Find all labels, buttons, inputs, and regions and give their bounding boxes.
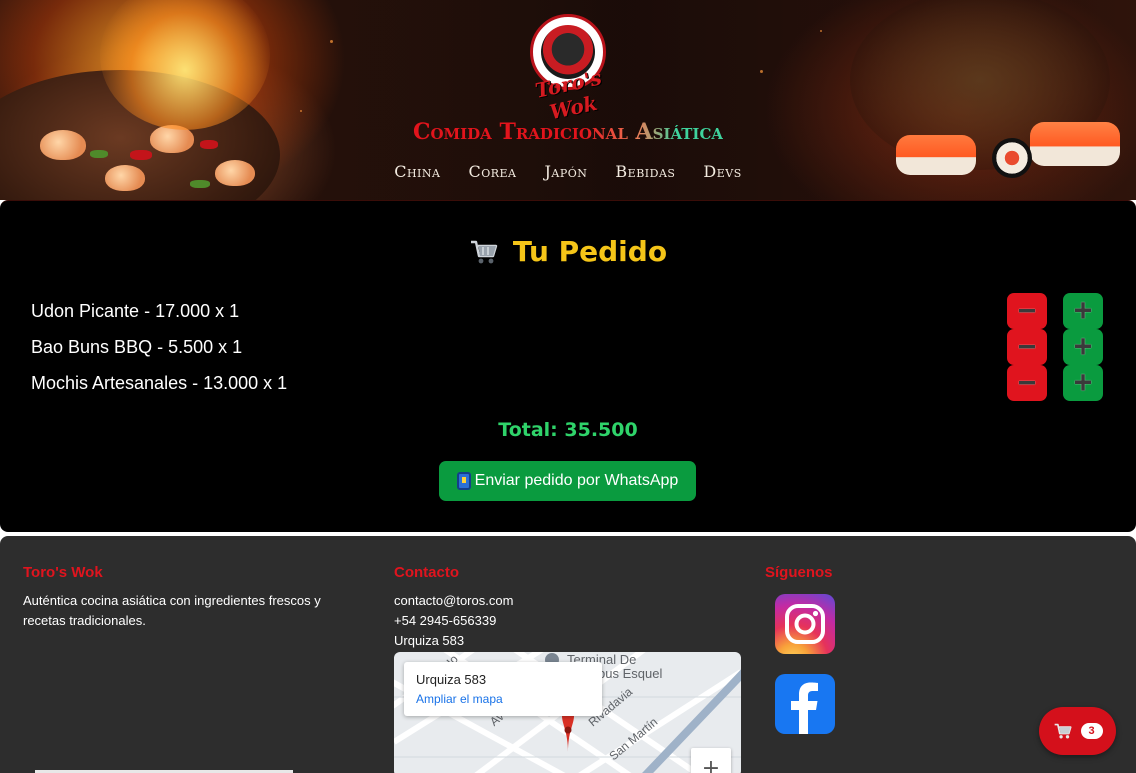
- minus-icon: −: [1017, 365, 1037, 400]
- nav-link-corea[interactable]: Corea: [468, 162, 516, 181]
- quantity-row: − +: [1007, 365, 1103, 401]
- map-place-title: Urquiza 583: [416, 672, 487, 687]
- ember-decoration: [300, 110, 302, 112]
- nav-link-devs[interactable]: Devs: [703, 162, 741, 181]
- send-whatsapp-label: Enviar pedido por WhatsApp: [474, 472, 679, 489]
- contact-address: Urquiza 583: [394, 633, 465, 648]
- footer-social-heading: Síguenos: [765, 564, 833, 581]
- footer-brand-column: Toro's Wok Auténtica cocina asiática con…: [23, 564, 363, 631]
- shopping-cart-icon: [1054, 723, 1072, 739]
- map-enlarge-link[interactable]: Ampliar el mapa: [416, 692, 503, 706]
- order-items-list: Udon Picante - 17.000 x 1 Bao Buns BBQ -…: [31, 293, 287, 401]
- footer-social-column: Síguenos: [765, 564, 1105, 591]
- shopping-cart-icon: [470, 240, 498, 263]
- map-zoom-in-button[interactable]: +: [691, 748, 731, 773]
- ember-decoration: [330, 40, 333, 43]
- pepper-decoration: [130, 150, 152, 160]
- footer-brand-description: Auténtica cocina asiática con ingredient…: [23, 593, 321, 628]
- decrease-quantity-button[interactable]: −: [1007, 365, 1047, 401]
- quantity-controls: − + − + − +: [1007, 293, 1103, 401]
- send-whatsapp-button[interactable]: Enviar pedido por WhatsApp: [439, 461, 696, 501]
- mobile-phone-icon: [456, 472, 471, 490]
- minus-icon: −: [1017, 329, 1037, 364]
- instagram-glyph: [785, 604, 825, 644]
- increase-quantity-button[interactable]: +: [1063, 329, 1103, 365]
- tagline-text: Comida Tradicional Asiática: [412, 119, 724, 145]
- decrease-quantity-button[interactable]: −: [1007, 329, 1047, 365]
- nav-link-china[interactable]: China: [394, 162, 440, 181]
- contact-email[interactable]: contacto@toros.com: [394, 591, 734, 611]
- ember-decoration: [760, 70, 763, 73]
- floating-cart-button[interactable]: 3: [1039, 707, 1116, 755]
- footer-brand-heading: Toro's Wok: [23, 564, 103, 581]
- vegetable-decoration: [190, 180, 210, 188]
- quantity-row: − +: [1007, 293, 1103, 329]
- contact-phone[interactable]: +54 2945-656339: [394, 611, 734, 631]
- location-map[interactable]: Terminal De Ómnibus Esquel Rivadavia San…: [394, 652, 741, 773]
- plus-icon: +: [1073, 365, 1093, 400]
- order-item: Bao Buns BBQ - 5.500 x 1: [31, 337, 243, 357]
- nav-link-bebidas[interactable]: Bebidas: [615, 162, 675, 181]
- order-item: Mochis Artesanales - 13.000 x 1: [31, 373, 288, 393]
- decrease-quantity-button[interactable]: −: [1007, 293, 1047, 329]
- increase-quantity-button[interactable]: +: [1063, 365, 1103, 401]
- order-item: Udon Picante - 17.000 x 1: [31, 301, 240, 321]
- footer-contact-heading: Contacto: [394, 564, 459, 581]
- instagram-icon[interactable]: [775, 594, 835, 654]
- facebook-icon[interactable]: [775, 674, 835, 734]
- site-header: Toro's Wok Comida Tradicional Asiática C…: [0, 0, 1136, 200]
- quantity-row: − +: [1007, 329, 1103, 365]
- ember-decoration: [820, 30, 822, 32]
- cart-count-badge: 3: [1080, 723, 1103, 739]
- main-nav: China Corea Japón Bebidas Devs: [0, 162, 1136, 181]
- minus-icon: −: [1017, 293, 1037, 328]
- plus-icon: +: [1073, 329, 1093, 364]
- order-heading: Tu Pedido: [0, 235, 1136, 268]
- increase-quantity-button[interactable]: +: [1063, 293, 1103, 329]
- order-title: Tu Pedido: [512, 235, 668, 268]
- order-panel: Tu Pedido Udon Picante - 17.000 x 1 Bao …: [0, 200, 1136, 532]
- map-info-card: Urquiza 583 Ampliar el mapa: [404, 662, 602, 716]
- facebook-glyph: [791, 682, 818, 734]
- tagline: Comida Tradicional Asiática: [0, 119, 1136, 145]
- vegetable-decoration: [90, 150, 108, 158]
- plus-icon: +: [1073, 293, 1093, 328]
- footer-contact-column: Contacto contacto@toros.com +54 2945-656…: [394, 564, 734, 651]
- order-total: Total: 35.500: [498, 419, 638, 441]
- nav-link-japon[interactable]: Japón: [545, 162, 588, 181]
